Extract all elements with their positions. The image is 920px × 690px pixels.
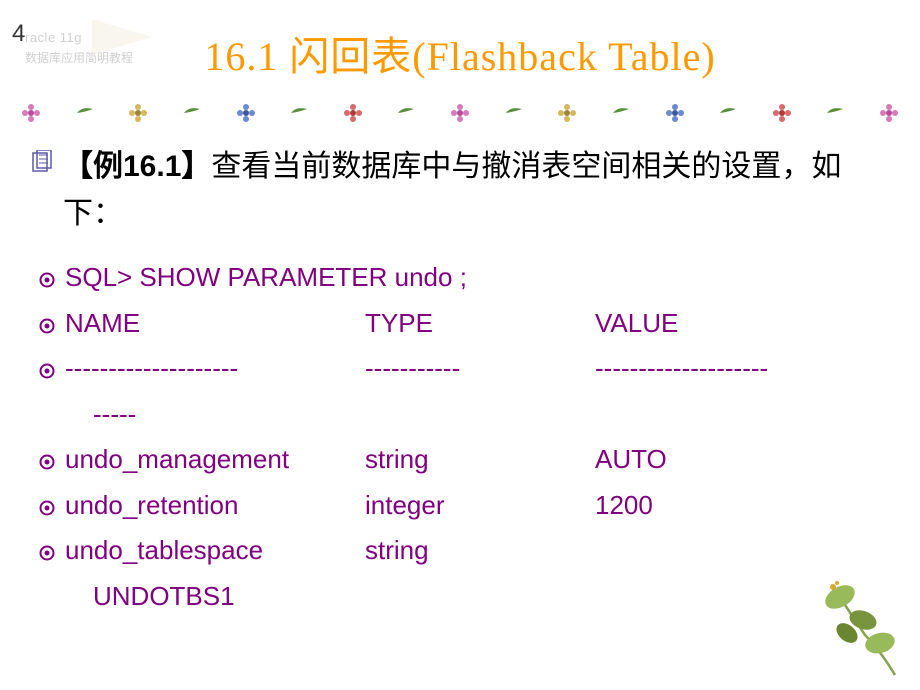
header-value: VALUE xyxy=(595,301,678,347)
sql-command-line: SQL> SHOW PARAMETER undo ; xyxy=(65,255,890,301)
row-type: string xyxy=(365,528,595,574)
flower-icon xyxy=(878,102,900,124)
flower-icon xyxy=(664,102,686,124)
row-value: 1200 xyxy=(595,483,653,529)
sql-data-row-wrap: UNDOTBS1 xyxy=(65,574,890,620)
leaf-icon xyxy=(717,102,739,124)
flower-icon xyxy=(20,102,42,124)
sql-output-block: SQL> SHOW PARAMETER undo ; NAME TYPE VAL… xyxy=(35,255,890,619)
sql-data-row: undo_management string AUTO xyxy=(65,437,890,483)
leaf-icon xyxy=(288,102,310,124)
row-name: undo_tablespace xyxy=(65,528,365,574)
sep-name-cont: ----- xyxy=(93,392,136,438)
row-type: integer xyxy=(365,483,595,529)
decorative-divider xyxy=(20,102,900,126)
sql-header-row: NAME TYPE VALUE xyxy=(65,301,890,347)
leaf-icon xyxy=(610,102,632,124)
example-label: 【例16.1】 xyxy=(63,150,211,183)
flower-icon xyxy=(771,102,793,124)
leaf-icon xyxy=(824,102,846,124)
sep-type: ----------- xyxy=(365,346,595,392)
bullet-icon xyxy=(39,437,55,483)
sql-separator-row: -------------------- ----------- -------… xyxy=(65,346,890,392)
bullet-icon xyxy=(39,255,55,301)
slide-body: 【例16.1】查看当前数据库中与撤消表空间相关的设置，如下： SQL> SHOW… xyxy=(0,144,920,619)
header-name: NAME xyxy=(65,301,365,347)
sql-data-row: undo_retention integer 1200 xyxy=(65,483,890,529)
bullet-icon xyxy=(39,528,55,574)
paragraph-bullet-icon xyxy=(30,150,54,189)
row-type: string xyxy=(365,437,595,483)
leaf-icon xyxy=(74,102,96,124)
flower-icon xyxy=(342,102,364,124)
intro-paragraph: 【例16.1】查看当前数据库中与撤消表空间相关的设置，如下： xyxy=(35,144,890,237)
row-name: undo_management xyxy=(65,437,365,483)
flower-icon xyxy=(449,102,471,124)
bullet-icon xyxy=(39,301,55,347)
header-type: TYPE xyxy=(365,301,595,347)
flower-icon xyxy=(127,102,149,124)
leaf-icon xyxy=(181,102,203,124)
bullet-icon xyxy=(39,346,55,392)
sep-name: -------------------- xyxy=(65,346,365,392)
flower-icon xyxy=(556,102,578,124)
row-name: undo_retention xyxy=(65,483,365,529)
sql-data-row: undo_tablespace string xyxy=(65,528,890,574)
flower-icon xyxy=(235,102,257,124)
row-value: AUTO xyxy=(595,437,667,483)
page-number: 4 xyxy=(12,20,25,48)
slide-title: 16.1 闪回表(Flashback Table) xyxy=(0,0,920,82)
bullet-icon xyxy=(39,483,55,529)
leaf-icon xyxy=(503,102,525,124)
sql-command-text: SQL> SHOW PARAMETER undo ; xyxy=(65,255,890,301)
sql-separator-wrap: ----- xyxy=(65,392,890,438)
sep-value: -------------------- xyxy=(595,346,768,392)
leaf-icon xyxy=(395,102,417,124)
row-value-wrapped: UNDOTBS1 xyxy=(93,574,235,620)
